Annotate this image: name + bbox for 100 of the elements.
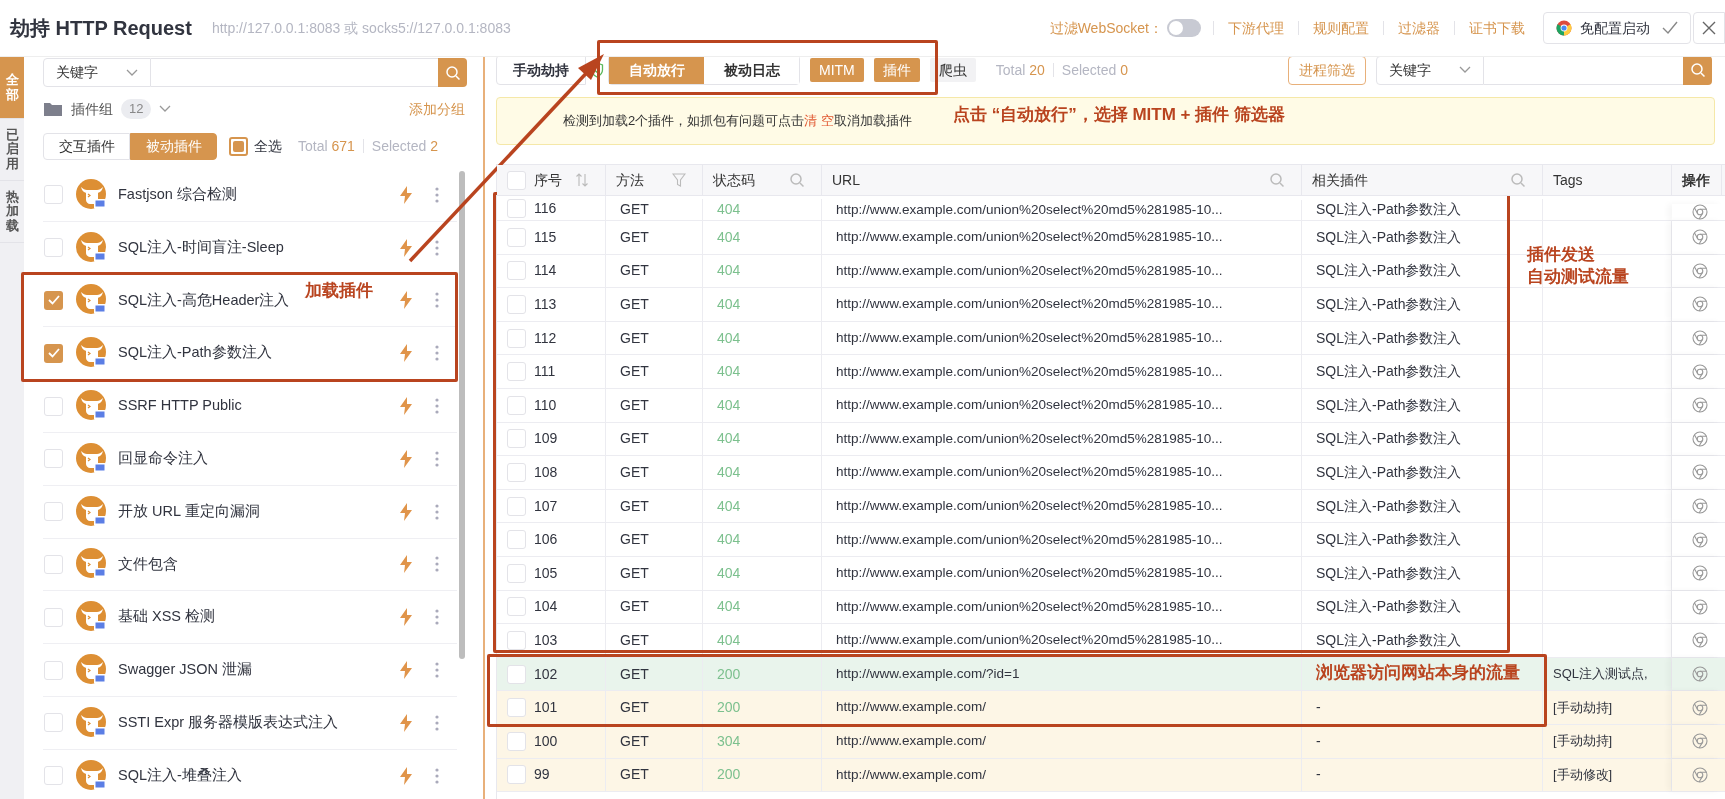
aperture-icon[interactable] (1692, 565, 1708, 582)
aperture-icon[interactable] (1692, 464, 1708, 481)
plugin-name[interactable]: 基础 XSS 检测 (118, 606, 216, 629)
plugin-name[interactable]: SQL注入-Path参数注入 (118, 342, 272, 365)
table-cell-text: http://www.example.com/ (836, 732, 987, 751)
aperture-icon[interactable] (1692, 204, 1708, 220)
lightning-icon[interactable] (399, 766, 413, 785)
filter-icon[interactable] (672, 173, 686, 187)
aperture-icon[interactable] (1692, 363, 1708, 380)
lightning-icon[interactable] (399, 502, 413, 521)
chevron-down-icon (126, 68, 138, 77)
aperture-icon[interactable] (1692, 262, 1708, 279)
checkbox[interactable] (44, 291, 63, 310)
lightning-icon[interactable] (399, 555, 413, 574)
checkbox[interactable] (44, 343, 63, 363)
aperture-icon[interactable] (1692, 531, 1708, 548)
more-icon[interactable] (435, 503, 439, 520)
table-cell-text: 106 (534, 530, 558, 550)
table-cell-text: [手动劫持] (1553, 732, 1613, 751)
aperture-icon[interactable] (1692, 598, 1708, 615)
search-field[interactable] (151, 58, 438, 87)
table-cell-text: http://www.example.com/union%20select%20md5%281985-10... (836, 200, 1223, 219)
table-cell-text: GET (620, 731, 649, 751)
lightning-icon[interactable] (399, 397, 413, 416)
lightning-icon[interactable] (399, 185, 413, 204)
aperture-icon[interactable] (1692, 632, 1708, 649)
plugin-name[interactable]: Swagger JSON 泄漏 (118, 659, 252, 681)
table-cell-text: http://www.example.com/ (836, 765, 987, 784)
lightning-icon[interactable] (399, 608, 413, 627)
more-icon[interactable] (435, 714, 439, 731)
search-icon (1689, 62, 1706, 78)
lightning-icon[interactable] (399, 238, 413, 257)
plugin-name[interactable]: Fastjson 综合检测 (118, 184, 237, 206)
more-icon[interactable] (435, 398, 439, 415)
aperture-icon[interactable] (1692, 766, 1708, 783)
more-icon[interactable] (435, 767, 439, 784)
table-cell-text: SQL注入-Path参数注入 (1316, 362, 1462, 382)
launch-button[interactable]: 免配置启动 (1543, 12, 1691, 44)
more-icon[interactable] (435, 345, 439, 362)
more-icon[interactable] (435, 662, 439, 679)
clear-link[interactable]: 清 空 (804, 113, 834, 129)
more-icon[interactable] (435, 292, 439, 309)
more-icon[interactable] (435, 450, 439, 467)
aperture-icon[interactable] (1692, 397, 1708, 414)
selected-count: Selected 0 (1061, 60, 1128, 80)
aperture-icon[interactable] (1692, 229, 1708, 246)
table-cell-text: 112 (534, 328, 557, 348)
table-cell-text: - (1316, 698, 1321, 718)
table-cell-text: 109 (534, 429, 558, 449)
plugin-name[interactable]: 文件包含 (118, 553, 178, 576)
check-icon (47, 295, 60, 306)
scrollbar[interactable] (459, 171, 465, 659)
search-button[interactable] (438, 58, 467, 87)
table-cell-text: 115 (534, 227, 557, 247)
table-cell-text: SQL注入-Path参数注入 (1316, 227, 1462, 247)
filter-tag[interactable]: 爬虫 (929, 58, 976, 82)
table-cell-text: SQL注入-Path参数注入 (1316, 530, 1462, 550)
websocket-filter-switch[interactable] (1167, 19, 1201, 37)
lightning-icon[interactable] (399, 344, 413, 363)
table-cell-text: http://www.example.com/union%20select%20md5%281985-10... (836, 228, 1223, 247)
table-cell-text: http://www.example.com/ (836, 698, 987, 717)
table-cell-text: http://www.example.com/union%20select%20md5%281985-10... (836, 429, 1223, 448)
search-button[interactable] (1683, 57, 1712, 85)
plugin-name[interactable]: 回显命令注入 (118, 448, 208, 470)
annotation-text: 自动测试流量 (1527, 266, 1629, 288)
aperture-icon[interactable] (1692, 733, 1708, 750)
plugin-name[interactable]: SQL注入-高危Header注入 (118, 289, 290, 312)
plugin-type-tab[interactable]: 交互插件 (43, 132, 130, 160)
plugin-name[interactable]: SQL注入-时间盲注-Sleep (118, 236, 284, 259)
aperture-icon[interactable] (1692, 699, 1708, 716)
checkbox[interactable] (229, 136, 248, 156)
search-mode-select[interactable]: 关键字 (43, 58, 151, 87)
selected-count: Selected 2 (371, 136, 438, 156)
table-cell-text: GET (620, 496, 649, 516)
table-cell-text: GET (620, 429, 649, 449)
lightning-icon[interactable] (399, 449, 413, 468)
aperture-icon[interactable] (1692, 666, 1708, 682)
plugin-name[interactable]: 开放 URL 重定向漏洞 (118, 500, 260, 523)
plugin-name[interactable]: SQL注入-堆叠注入 (118, 764, 242, 787)
bull-icon (75, 494, 109, 529)
aperture-icon[interactable] (1692, 296, 1708, 313)
plugin-name[interactable]: SSRF HTTP Public (118, 395, 242, 417)
lightning-icon[interactable] (399, 291, 413, 310)
more-icon[interactable] (435, 556, 439, 573)
more-icon[interactable] (435, 186, 439, 203)
table-cell-text: SQL注入-Path参数注入 (1316, 295, 1462, 314)
lightning-icon[interactable] (399, 713, 413, 732)
sort-icon[interactable] (575, 173, 589, 187)
chevron-down-icon (159, 105, 172, 113)
more-icon[interactable] (435, 239, 439, 256)
aperture-icon[interactable] (1692, 330, 1708, 347)
table-cell-text: SQL注入-Path参数注入 (1316, 261, 1462, 281)
plugin-name[interactable]: SSTI Expr 服务器模版表达式注入 (118, 712, 339, 734)
aperture-icon[interactable] (1692, 498, 1708, 515)
table-cell-text: 108 (534, 462, 558, 482)
aperture-icon[interactable] (1692, 430, 1708, 447)
more-icon[interactable] (435, 609, 439, 626)
close-button[interactable] (1693, 12, 1725, 44)
search-mode-select[interactable]: 关键字 (1376, 57, 1484, 85)
lightning-icon[interactable] (399, 661, 413, 680)
